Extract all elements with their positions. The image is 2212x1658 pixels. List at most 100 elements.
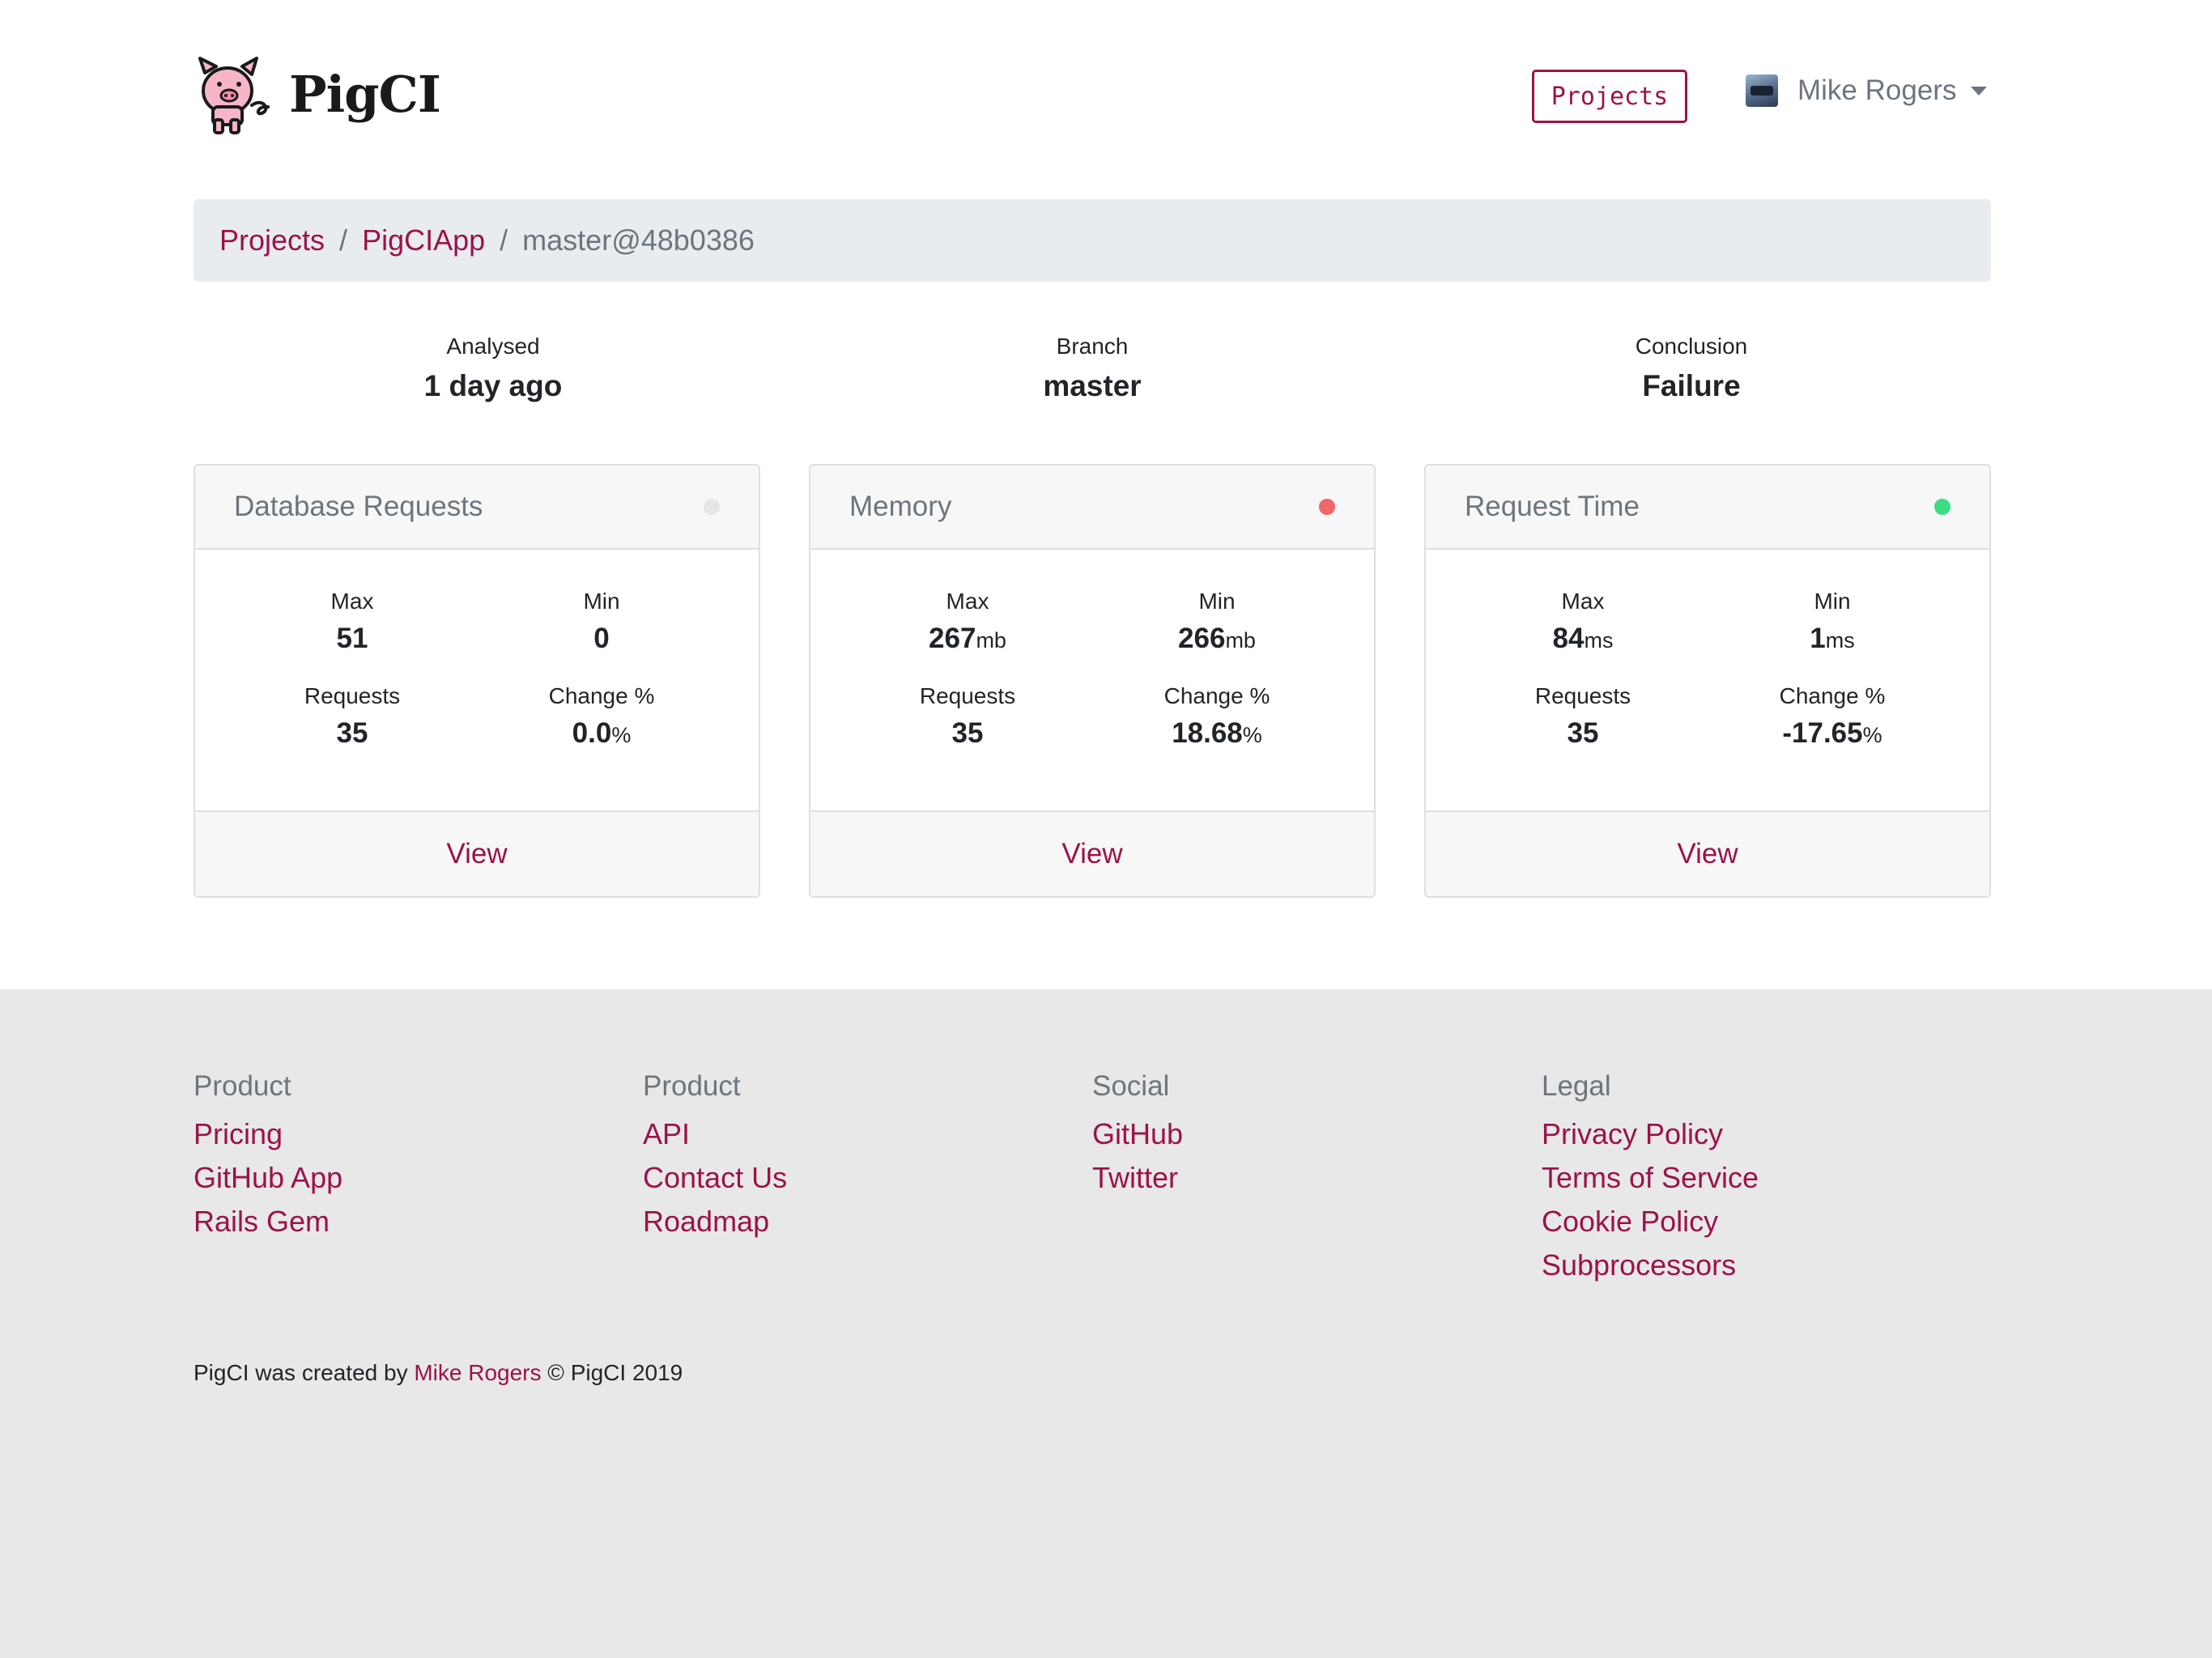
stat-requests: Requests 35 bbox=[843, 683, 1092, 778]
copyright-prefix: PigCI was created by bbox=[194, 1360, 415, 1385]
stat-value: 84ms bbox=[1552, 623, 1614, 654]
view-link[interactable]: View bbox=[1061, 838, 1122, 870]
footer-column-product-2: Product API Contact Us Roadmap bbox=[643, 1070, 1092, 1287]
status-dot-icon bbox=[704, 499, 720, 515]
footer-heading: Product bbox=[194, 1070, 291, 1102]
footer-link-twitter[interactable]: Twitter bbox=[1092, 1156, 1542, 1200]
stat-label: Max bbox=[330, 589, 374, 614]
breadcrumb-separator: / bbox=[339, 223, 348, 257]
footer-link-roadmap[interactable]: Roadmap bbox=[643, 1200, 1092, 1244]
stat-value: 267mb bbox=[929, 623, 1006, 654]
header: PigCI Projects Mike Rogers bbox=[194, 0, 1991, 186]
stat-label: Max bbox=[1561, 589, 1605, 614]
stat-change: Change % 0.0% bbox=[477, 683, 726, 778]
metric-card-database-requests: Database Requests Max 51 Min 0 Requests … bbox=[194, 464, 760, 898]
stat-label: Requests bbox=[304, 683, 401, 708]
footer-column-legal: Legal Privacy Policy Terms of Service Co… bbox=[1542, 1070, 1991, 1287]
stat-label: Change % bbox=[548, 683, 655, 708]
stat-change: Change % -17.65% bbox=[1708, 683, 1957, 778]
card-footer: View bbox=[195, 810, 759, 896]
card-title: Database Requests bbox=[234, 491, 483, 522]
card-footer: View bbox=[1426, 810, 1989, 896]
card-header: Request Time bbox=[1426, 466, 1989, 550]
author-link[interactable]: Mike Rogers bbox=[414, 1360, 541, 1385]
footer-link-contact-us[interactable]: Contact Us bbox=[643, 1156, 1092, 1200]
stat-min: Min 266mb bbox=[1092, 589, 1342, 683]
stat-value: 35 bbox=[951, 717, 984, 749]
stat-value: 18.68% bbox=[1172, 717, 1262, 749]
footer-link-api[interactable]: API bbox=[643, 1112, 1092, 1156]
stat-max: Max 267mb bbox=[843, 589, 1092, 683]
stat-value: 0.0% bbox=[572, 717, 632, 749]
stat-label: Requests bbox=[1534, 683, 1631, 708]
breadcrumb-current: master@48b0386 bbox=[522, 223, 755, 257]
footer-link-privacy-policy[interactable]: Privacy Policy bbox=[1542, 1112, 1991, 1156]
avatar bbox=[1746, 74, 1778, 107]
footer-link-github[interactable]: GitHub bbox=[1092, 1112, 1542, 1156]
stat-requests: Requests 35 bbox=[1458, 683, 1708, 778]
stat-min: Min 1ms bbox=[1708, 589, 1957, 683]
stat-label: Min bbox=[1814, 589, 1851, 614]
page: PigCI Projects Mike Rogers Projects / Pi… bbox=[194, 0, 1991, 898]
footer-link-rails-gem[interactable]: Rails Gem bbox=[194, 1200, 643, 1244]
stat-label: Min bbox=[583, 589, 620, 614]
summary-label: Analysed bbox=[446, 334, 540, 359]
stat-label: Change % bbox=[1779, 683, 1886, 708]
brand-name: PigCI bbox=[289, 64, 441, 124]
summary-label: Conclusion bbox=[1635, 334, 1748, 359]
user-menu[interactable]: Mike Rogers bbox=[1746, 74, 1988, 107]
stat-label: Max bbox=[946, 589, 989, 614]
copyright-suffix: © PigCI 2019 bbox=[541, 1360, 683, 1385]
stat-value: 35 bbox=[1567, 717, 1599, 749]
stat-label: Min bbox=[1198, 589, 1236, 614]
card-title: Memory bbox=[849, 491, 952, 522]
breadcrumb-separator: / bbox=[500, 223, 508, 257]
stat-change: Change % 18.68% bbox=[1092, 683, 1342, 778]
stat-label: Requests bbox=[919, 683, 1016, 708]
footer-link-pricing[interactable]: Pricing bbox=[194, 1112, 643, 1156]
card-body: Max 51 Min 0 Requests 35 Change % 0.0% bbox=[195, 550, 759, 810]
footer-columns: Product Pricing GitHub App Rails Gem Pro… bbox=[194, 1070, 1991, 1287]
footer-link-subprocessors[interactable]: Subprocessors bbox=[1542, 1244, 1991, 1287]
footer-heading: Product bbox=[643, 1070, 741, 1102]
card-header: Memory bbox=[810, 466, 1374, 550]
copyright: PigCI was created by Mike Rogers © PigCI… bbox=[194, 1360, 683, 1386]
stat-value: 0 bbox=[593, 623, 610, 654]
metric-cards: Database Requests Max 51 Min 0 Requests … bbox=[194, 464, 1991, 898]
user-name: Mike Rogers bbox=[1797, 74, 1957, 106]
stat-value: -17.65% bbox=[1782, 717, 1882, 749]
chevron-down-icon bbox=[1971, 86, 1988, 96]
breadcrumb-projects[interactable]: Projects bbox=[219, 223, 325, 257]
status-dot-icon bbox=[1319, 499, 1335, 515]
site-footer: Product Pricing GitHub App Rails Gem Pro… bbox=[0, 989, 2212, 1658]
stat-value: 51 bbox=[336, 623, 368, 654]
pig-icon bbox=[198, 57, 270, 134]
summary-value: master bbox=[1043, 369, 1142, 402]
summary-branch: Branch master bbox=[793, 334, 1392, 403]
view-link[interactable]: View bbox=[446, 838, 507, 870]
summary-value: 1 day ago bbox=[423, 369, 563, 402]
projects-button[interactable]: Projects bbox=[1532, 70, 1687, 123]
card-footer: View bbox=[810, 810, 1374, 896]
card-title: Request Time bbox=[1465, 491, 1640, 522]
footer-column-product: Product Pricing GitHub App Rails Gem bbox=[194, 1070, 643, 1287]
footer-heading: Social bbox=[1092, 1070, 1170, 1102]
stat-requests: Requests 35 bbox=[228, 683, 477, 778]
view-link[interactable]: View bbox=[1677, 838, 1738, 870]
stat-max: Max 84ms bbox=[1458, 589, 1708, 683]
footer-link-terms-of-service[interactable]: Terms of Service bbox=[1542, 1156, 1991, 1200]
summary-label: Branch bbox=[1056, 334, 1129, 359]
stat-label: Change % bbox=[1163, 683, 1270, 708]
brand-logo[interactable]: PigCI bbox=[194, 52, 441, 136]
breadcrumb-project[interactable]: PigCIApp bbox=[362, 223, 485, 257]
card-header: Database Requests bbox=[195, 466, 759, 550]
summary-value: Failure bbox=[1642, 369, 1741, 402]
stat-min: Min 0 bbox=[477, 589, 726, 683]
footer-link-github-app[interactable]: GitHub App bbox=[194, 1156, 643, 1200]
status-dot-icon bbox=[1934, 499, 1950, 515]
footer-link-cookie-policy[interactable]: Cookie Policy bbox=[1542, 1200, 1991, 1244]
stat-max: Max 51 bbox=[228, 589, 477, 683]
report-summary: Analysed 1 day ago Branch master Conclus… bbox=[194, 334, 1991, 403]
stat-value: 35 bbox=[336, 717, 368, 749]
stat-value: 266mb bbox=[1178, 623, 1256, 654]
